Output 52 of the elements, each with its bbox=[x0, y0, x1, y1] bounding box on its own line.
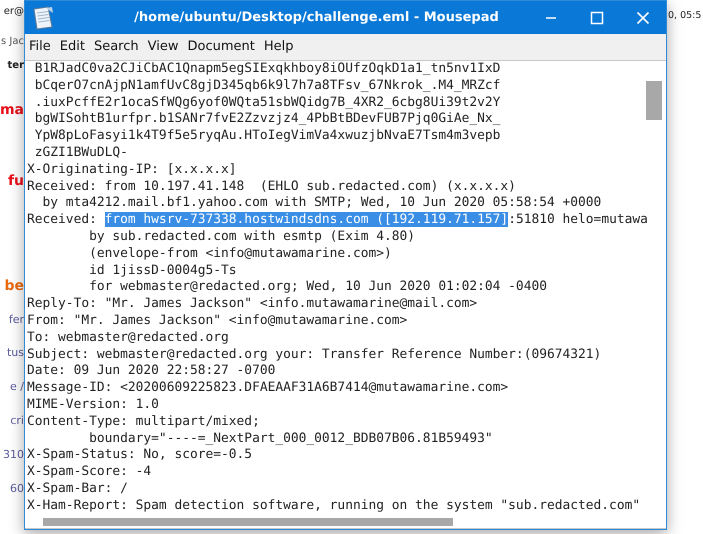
text-line: To: webmaster@redacted.org bbox=[27, 330, 229, 347]
close-icon bbox=[636, 10, 650, 24]
background-text: tus bbox=[6, 345, 24, 361]
text-line: Content-Type: multipart/mixed; bbox=[27, 414, 260, 431]
background-text: 310 bbox=[3, 447, 24, 463]
background-text: ma bbox=[0, 102, 24, 118]
background-text: be bbox=[4, 278, 24, 294]
maximize-icon bbox=[590, 10, 604, 24]
text-line: X-Ham-Report: Spam detection software, running on the system "sub.redacted.com" bbox=[27, 498, 640, 515]
background-text: fu bbox=[8, 173, 24, 189]
text-line: Received: from hwsrv-737338.hostwindsdns.com ([192.119.71.157]:51810 helo=mutawa bbox=[27, 212, 648, 229]
text-line: by sub.redacted.com with esmtp (Exim 4.80) bbox=[88, 228, 416, 246]
background-text: 0, 05:5 bbox=[668, 10, 702, 21]
text-line: Received: from 10.197.41.148 (EHLO sub.redacted.com) (x.x.x.x) bbox=[27, 178, 516, 196]
text-line: YpW8pLoFasyi1k4T9f5e5ryqAu.HToIegVimVa4xwuzjbNvaE7Tsm4m3vepb bbox=[34, 128, 500, 145]
window-title: /home/ubuntu/Desktop/challenge.eml - Mousepad bbox=[133, 10, 500, 25]
text-line: zGZI1BWuDLQ- bbox=[34, 144, 128, 162]
text-line: X-Spam-Score: -4 bbox=[27, 464, 152, 481]
menu-item[interactable]: Search bbox=[94, 38, 139, 54]
background-text: e / bbox=[10, 379, 24, 395]
text-line: (envelope-from <info@mutawamarine.com>) bbox=[88, 246, 392, 263]
scrollbar-thumb[interactable] bbox=[43, 518, 453, 526]
text-line: for webmaster@redacted.org; Wed, 10 Jun 2020 01:02:04 -0400 bbox=[88, 279, 547, 296]
text-line: by mta4212.mail.bf1.yahoo.com with SMTP; Wed, 10 Jun 2020 05:58:54 +0000 bbox=[42, 195, 602, 212]
text-line: id 1jissD-0004g5-Ts bbox=[88, 262, 237, 280]
text-line: bgWISohtB1urfpr.b1SANr7fvE2Zzvzjz4_4PbBtBDevFUB7Pjq0GiAe_Nx_ bbox=[34, 111, 500, 128]
background-text: 60 bbox=[10, 481, 24, 497]
text-line: From: "Mr. James Jackson" <info@mutawamarine.com> bbox=[27, 312, 408, 330]
text-line: Reply-To: "Mr. James Jackson" <info.mutawamarine@mail.com> bbox=[27, 296, 478, 313]
background-text: cri bbox=[10, 413, 24, 429]
menu-item[interactable]: View bbox=[148, 38, 178, 54]
menu-item[interactable]: Edit bbox=[60, 38, 85, 54]
background-text: s Jac bbox=[1, 35, 24, 49]
text-line: X-Originating-IP: [x.x.x.x] bbox=[27, 162, 237, 179]
text-line: Subject: webmaster@redacted.org your: Transfer Reference Number:(09674321) bbox=[27, 346, 602, 364]
text-line: MIME-Version: 1.0 bbox=[27, 396, 159, 414]
notepad-icon bbox=[31, 4, 55, 30]
text-line: Message-ID: <20200609225823.DFAEAAF31A6B7414@mutawamarine.com> bbox=[27, 380, 508, 397]
text-line: B1RJadC0va2CJiCbAC1Qnapm5egSIExqkhboy8iOUfzOqkD1a1_tn5nv1IxD bbox=[34, 61, 500, 78]
text-line: Date: 09 Jun 2020 22:58:27 -0700 bbox=[27, 363, 276, 380]
text-line: X-Spam-Bar: / bbox=[27, 480, 128, 498]
scrollbar-thumb[interactable] bbox=[646, 81, 662, 120]
text-line: X-Spam-Status: No, score=-0.5 bbox=[27, 447, 252, 464]
text-line: bCqerO7cnAjpN1amfUvC8gjD345qb6k9l7h7a8TFsv_67Nkrok_.M4_MRZcf bbox=[34, 78, 500, 95]
text-line: boundary="----=_NextPart_000_0012_BDB07B06.81B59493" bbox=[88, 430, 493, 448]
background-text: fer bbox=[8, 312, 24, 328]
menu-item[interactable]: File bbox=[29, 38, 51, 54]
background-text: ter bbox=[8, 59, 24, 73]
menu-item[interactable]: Help bbox=[264, 38, 294, 54]
background-text: er@ bbox=[4, 5, 24, 19]
text-line: .iuxPcffE2r1ocaSfWQg6yof0WQta51sbWQidg7B_4XR2_6cbg8Ui39t2v2Y bbox=[34, 94, 500, 112]
menu-item[interactable]: Document bbox=[187, 38, 255, 54]
